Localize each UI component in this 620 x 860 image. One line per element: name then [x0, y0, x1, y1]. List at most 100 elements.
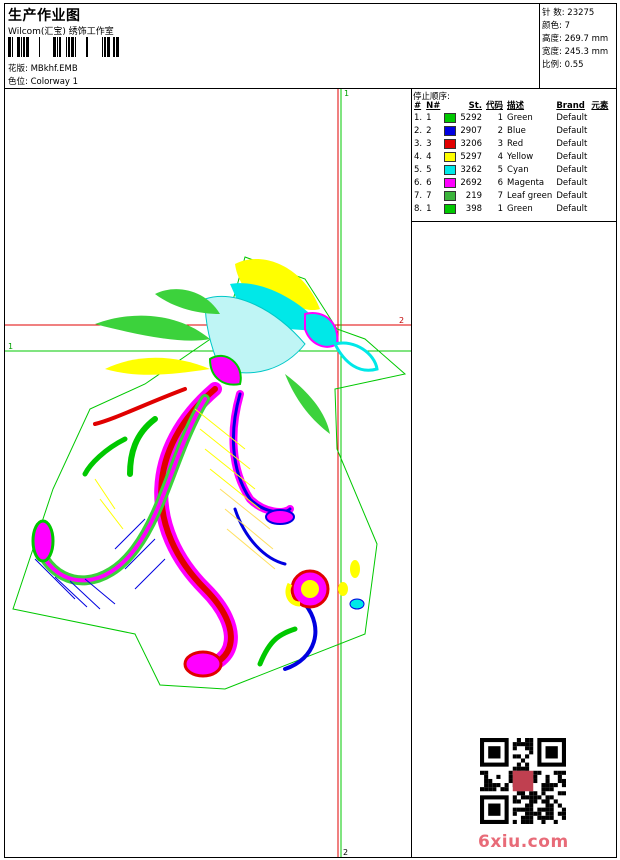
row-stitches: 2692	[460, 178, 483, 188]
row-n: 1	[426, 204, 432, 214]
row-stitches: 219	[465, 191, 483, 201]
row-swatch	[442, 177, 458, 190]
colorway-label: 色位:	[8, 77, 28, 87]
guide-label-v1: 1	[344, 89, 349, 98]
stats-divider	[539, 3, 540, 88]
row-stitches: 3262	[460, 165, 483, 175]
row-code: 6	[497, 178, 504, 188]
row-desc: Red	[507, 139, 524, 149]
row-element	[589, 164, 610, 177]
row-desc: Cyan	[507, 165, 529, 175]
color-swatch	[444, 151, 457, 162]
stop-sequence-table: # N# St. 代码 描述 Brand 元素 1. 1 5292 1 Green Def…	[412, 100, 610, 216]
row-stitches: 5297	[460, 152, 483, 162]
row-brand: Default	[556, 126, 588, 136]
row-swatch	[442, 151, 458, 164]
color-swatch	[444, 177, 457, 188]
row-brand: Default	[556, 178, 588, 188]
row-element	[589, 190, 610, 203]
col-stitches: St.	[468, 101, 483, 111]
row-swatch	[442, 203, 458, 216]
guide-label-v2: 2	[343, 848, 348, 857]
row-stitches: 5292	[460, 113, 483, 123]
qr-code	[480, 738, 566, 824]
row-code: 5	[497, 165, 504, 175]
row-n: 6	[426, 178, 432, 188]
color-swatch	[444, 125, 457, 136]
col-n: N#	[426, 101, 441, 111]
row-element	[589, 138, 610, 151]
row-index: 1.	[414, 113, 423, 123]
design-label: 花版:	[8, 64, 28, 74]
stop-row: 4. 4 5297 4 Yellow Default	[412, 151, 610, 164]
row-n: 2	[426, 126, 432, 136]
row-desc: Magenta	[507, 178, 545, 188]
row-index: 2.	[414, 126, 423, 136]
row-code: 2	[497, 126, 504, 136]
row-index: 3.	[414, 139, 423, 149]
tail-eye-left	[31, 519, 55, 563]
stop-row: 5. 5 3262 5 Cyan Default	[412, 164, 610, 177]
row-n: 5	[426, 165, 432, 175]
row-swatch	[442, 112, 458, 125]
row-code: 7	[497, 191, 504, 201]
flower-motif	[285, 560, 365, 610]
row-element	[589, 125, 610, 138]
row-code: 3	[497, 139, 504, 149]
row-code: 4	[497, 152, 504, 162]
row-desc: Blue	[507, 126, 526, 136]
stop-row: 7. 7 219 7 Leaf green Default	[412, 190, 610, 203]
stop-row: 1. 1 5292 1 Green Default	[412, 112, 610, 125]
row-index: 7.	[414, 191, 423, 201]
color-swatch	[444, 203, 457, 214]
stat-width: 宽度: 245.3 mm	[542, 47, 609, 57]
row-index: 5.	[414, 165, 423, 175]
row-stitches: 2907	[460, 126, 483, 136]
row-brand: Default	[556, 165, 588, 175]
row-element	[589, 151, 610, 164]
col-element: 元素	[591, 101, 609, 111]
row-element	[589, 203, 610, 216]
stop-row: 3. 3 3206 3 Red Default	[412, 138, 610, 151]
row-stitches: 398	[465, 204, 483, 214]
row-n: 3	[426, 139, 432, 149]
color-swatch	[444, 164, 457, 175]
stat-colors: 颜色: 7	[542, 21, 570, 31]
col-index: #	[414, 101, 422, 111]
row-code: 1	[497, 113, 504, 123]
barcode	[8, 37, 119, 57]
row-element	[589, 177, 610, 190]
row-stitches: 3206	[460, 139, 483, 149]
design-file: 花版: MBkhf.EMB	[8, 62, 78, 74]
row-desc: Green	[507, 113, 533, 123]
row-code: 1	[497, 204, 504, 214]
row-n: 1	[426, 113, 432, 123]
color-swatch	[444, 190, 457, 201]
embroidery-preview: 1 2 1 2	[5, 89, 411, 857]
stat-stitches: 针 数: 23275	[542, 8, 595, 18]
guide-label-h2: 2	[399, 316, 404, 325]
row-brand: Default	[556, 113, 588, 123]
colorway: 色位: Colorway 1	[8, 75, 78, 87]
row-desc: Green	[507, 204, 533, 214]
stop-row: 6. 6 2692 6 Magenta Default	[412, 177, 610, 190]
row-index: 8.	[414, 204, 423, 214]
row-brand: Default	[556, 191, 588, 201]
col-desc: 描述	[507, 101, 525, 111]
row-index: 6.	[414, 178, 423, 188]
row-index: 4.	[414, 152, 423, 162]
phoenix-tail	[40, 382, 318, 674]
design-value: MBkhf.EMB	[30, 64, 78, 74]
row-desc: Leaf green	[507, 191, 553, 201]
row-swatch	[442, 190, 458, 203]
row-n: 7	[426, 191, 432, 201]
page-title: 生产作业图	[8, 8, 81, 24]
row-brand: Default	[556, 152, 588, 162]
tail-eye-right	[183, 650, 223, 678]
stop-row: 8. 1 398 1 Green Default	[412, 203, 610, 216]
page-subtitle: Wilcom(汇宝) 绣饰工作室	[8, 27, 114, 37]
stat-height: 高度: 269.7 mm	[542, 34, 609, 44]
row-swatch	[442, 125, 458, 138]
stop-row: 2. 2 2907 2 Blue Default	[412, 125, 610, 138]
row-n: 4	[426, 152, 432, 162]
